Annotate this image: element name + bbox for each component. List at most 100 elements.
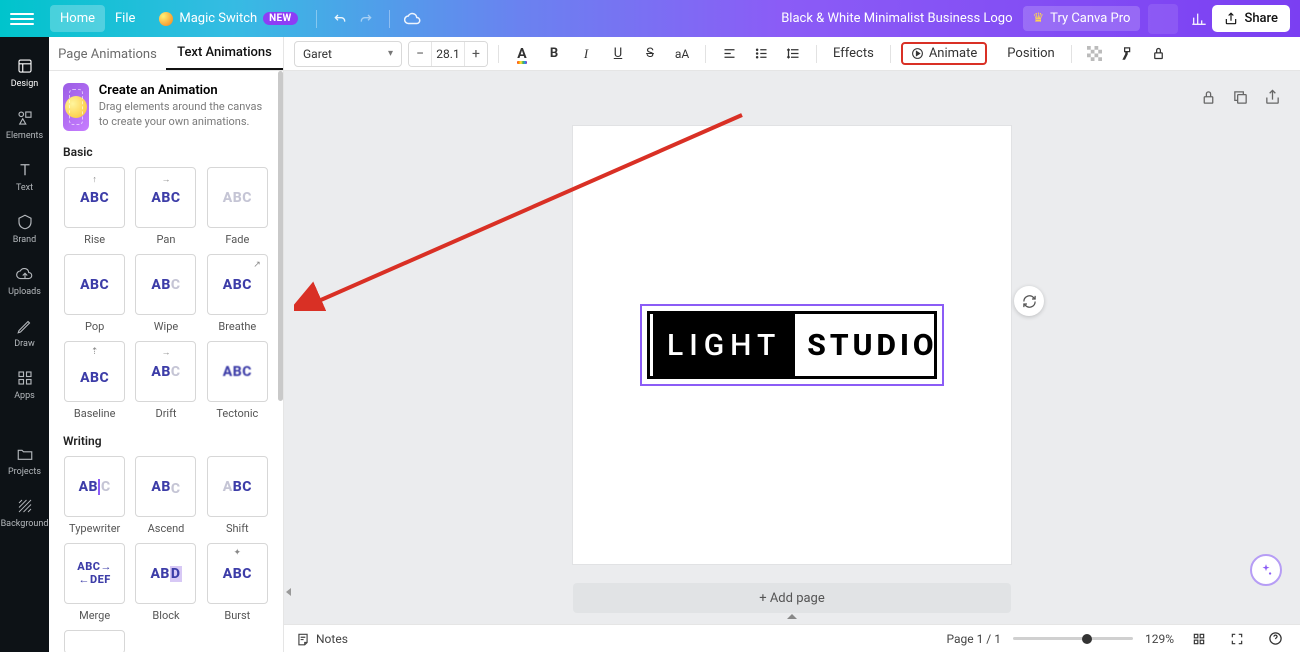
share-button[interactable]: Share xyxy=(1212,5,1290,32)
copy-style-button[interactable] xyxy=(1114,41,1140,67)
duplicate-page-icon[interactable] xyxy=(1232,89,1250,107)
underline-button[interactable]: U xyxy=(605,41,631,67)
add-page-button[interactable]: + Add page xyxy=(573,583,1011,613)
text-case-button[interactable]: aA xyxy=(669,41,695,67)
divider xyxy=(389,10,390,28)
bold-button[interactable]: B xyxy=(541,41,567,67)
promo-thumb xyxy=(63,83,89,131)
animation-tabs: Page Animations Text Animations xyxy=(49,37,283,71)
nav-draw[interactable]: Draw xyxy=(0,307,49,359)
nav-elements[interactable]: Elements xyxy=(0,99,49,151)
font-size-increase[interactable]: + xyxy=(465,42,487,66)
analytics-icon[interactable] xyxy=(1186,6,1212,32)
notes-button[interactable]: Notes xyxy=(296,632,348,646)
page-lock-icon[interactable] xyxy=(1200,89,1218,107)
nav-design[interactable]: Design xyxy=(0,47,49,99)
anim-ascend[interactable]: ABCAscend xyxy=(134,456,197,535)
assistant-fab[interactable] xyxy=(1250,554,1282,586)
list-button[interactable] xyxy=(748,41,774,67)
try-pro-label: Try Canva Pro xyxy=(1050,11,1130,26)
tab-page-animations[interactable]: Page Animations xyxy=(49,47,166,70)
anim-rise[interactable]: ↑ABCRise xyxy=(63,167,126,246)
bee-icon xyxy=(65,96,87,118)
page-indicator[interactable]: Page 1 / 1 xyxy=(946,632,1001,646)
anim-tectonic[interactable]: ABCTectonic xyxy=(206,341,269,420)
strikethrough-button[interactable]: S xyxy=(637,41,663,67)
nav-brand[interactable]: Brand xyxy=(0,203,49,255)
create-animation-promo[interactable]: Create an Animation Drag elements around… xyxy=(63,83,269,131)
zoom-slider[interactable] xyxy=(1013,637,1133,640)
nav-text[interactable]: Text xyxy=(0,151,49,203)
font-select[interactable]: Garet▾ xyxy=(294,41,402,67)
italic-button[interactable]: I xyxy=(573,41,599,67)
grid-view-button[interactable] xyxy=(1186,626,1212,652)
zoom-value[interactable]: 129% xyxy=(1145,632,1174,646)
try-pro-button[interactable]: ♛ Try Canva Pro xyxy=(1023,6,1141,31)
promo-subtitle: Drag elements around the canvas to creat… xyxy=(99,100,269,130)
magic-label: Magic Switch xyxy=(179,11,257,26)
anim-baseline[interactable]: ⇡ABCBaseline xyxy=(63,341,126,420)
text-color-button[interactable]: A xyxy=(509,41,535,67)
share-icon xyxy=(1224,12,1238,26)
anim-extra[interactable] xyxy=(63,630,126,652)
redo-button[interactable] xyxy=(353,6,379,32)
effects-button[interactable]: Effects xyxy=(827,42,880,65)
nav-apps[interactable]: Apps xyxy=(0,359,49,411)
font-size-value[interactable]: 28.1 xyxy=(431,42,465,66)
file-link[interactable]: File xyxy=(105,5,145,32)
anim-pan[interactable]: →ABCPan xyxy=(134,167,197,246)
panel-scrollbar[interactable] xyxy=(278,71,283,401)
undo-button[interactable] xyxy=(327,6,353,32)
user-avatar[interactable] xyxy=(1148,4,1178,34)
canvas-area[interactable]: LIGHT STUDIO + Add page xyxy=(284,71,1300,624)
anim-pop[interactable]: ABCPop xyxy=(63,254,126,333)
anim-merge[interactable]: ABC→←DEFMerge xyxy=(63,543,126,622)
anim-drift[interactable]: →ABCDrift xyxy=(134,341,197,420)
promo-title: Create an Animation xyxy=(99,83,269,98)
regenerate-fab[interactable] xyxy=(1014,286,1044,316)
logo-text-right: STUDIO xyxy=(807,328,937,363)
anim-breathe[interactable]: ↗ABCBreathe xyxy=(206,254,269,333)
export-page-icon[interactable] xyxy=(1264,89,1282,107)
selected-text-element[interactable]: LIGHT STUDIO xyxy=(640,304,944,386)
help-button[interactable] xyxy=(1262,626,1288,652)
position-button[interactable]: Position xyxy=(1001,42,1060,65)
animate-icon xyxy=(911,47,924,60)
lock-button[interactable] xyxy=(1146,41,1172,67)
home-link[interactable]: Home xyxy=(50,5,105,32)
chevron-down-icon: ▾ xyxy=(388,48,393,59)
anim-burst[interactable]: ✦ABCBurst xyxy=(206,543,269,622)
align-button[interactable] xyxy=(716,41,742,67)
anim-wipe[interactable]: ABCWipe xyxy=(134,254,197,333)
canvas-page[interactable]: LIGHT STUDIO xyxy=(573,126,1011,564)
divider xyxy=(316,10,317,28)
section-basic-label: Basic xyxy=(63,145,269,159)
font-size-decrease[interactable]: − xyxy=(409,42,431,66)
animate-button[interactable]: Animate xyxy=(901,42,987,65)
document-name[interactable]: Black & White Minimalist Business Logo xyxy=(781,11,1012,26)
page-actions xyxy=(1200,89,1282,107)
status-bar: Notes Page 1 / 1 129% xyxy=(284,624,1300,652)
magic-icon xyxy=(159,12,173,26)
nav-uploads[interactable]: Uploads xyxy=(0,255,49,307)
hamburger-menu[interactable] xyxy=(10,7,34,31)
font-size-stepper: − 28.1 + xyxy=(408,41,488,67)
tab-text-animations[interactable]: Text Animations xyxy=(166,45,283,70)
editor: Garet▾ − 28.1 + A B I U S aA Effects Ani… xyxy=(284,37,1300,652)
page-strip-toggle[interactable] xyxy=(767,614,817,622)
spacing-button[interactable] xyxy=(780,41,806,67)
logo-text-left: LIGHT xyxy=(653,314,795,376)
anim-block[interactable]: ABDBlock xyxy=(134,543,197,622)
anim-fade[interactable]: ABCFade xyxy=(206,167,269,246)
fullscreen-button[interactable] xyxy=(1224,626,1250,652)
side-panel: Page Animations Text Animations Create a… xyxy=(49,37,284,652)
magic-switch-button[interactable]: Magic Switch NEW xyxy=(151,7,305,30)
transparency-button[interactable] xyxy=(1082,41,1108,67)
nav-projects[interactable]: Projects xyxy=(0,435,49,487)
nav-background[interactable]: Background xyxy=(0,487,49,539)
anim-typewriter[interactable]: ABCTypewriter xyxy=(63,456,126,535)
anim-shift[interactable]: ABCShift xyxy=(206,456,269,535)
crown-icon: ♛ xyxy=(1033,11,1045,26)
cloud-sync-icon[interactable] xyxy=(400,6,426,32)
h-scroll-left[interactable] xyxy=(286,588,292,594)
